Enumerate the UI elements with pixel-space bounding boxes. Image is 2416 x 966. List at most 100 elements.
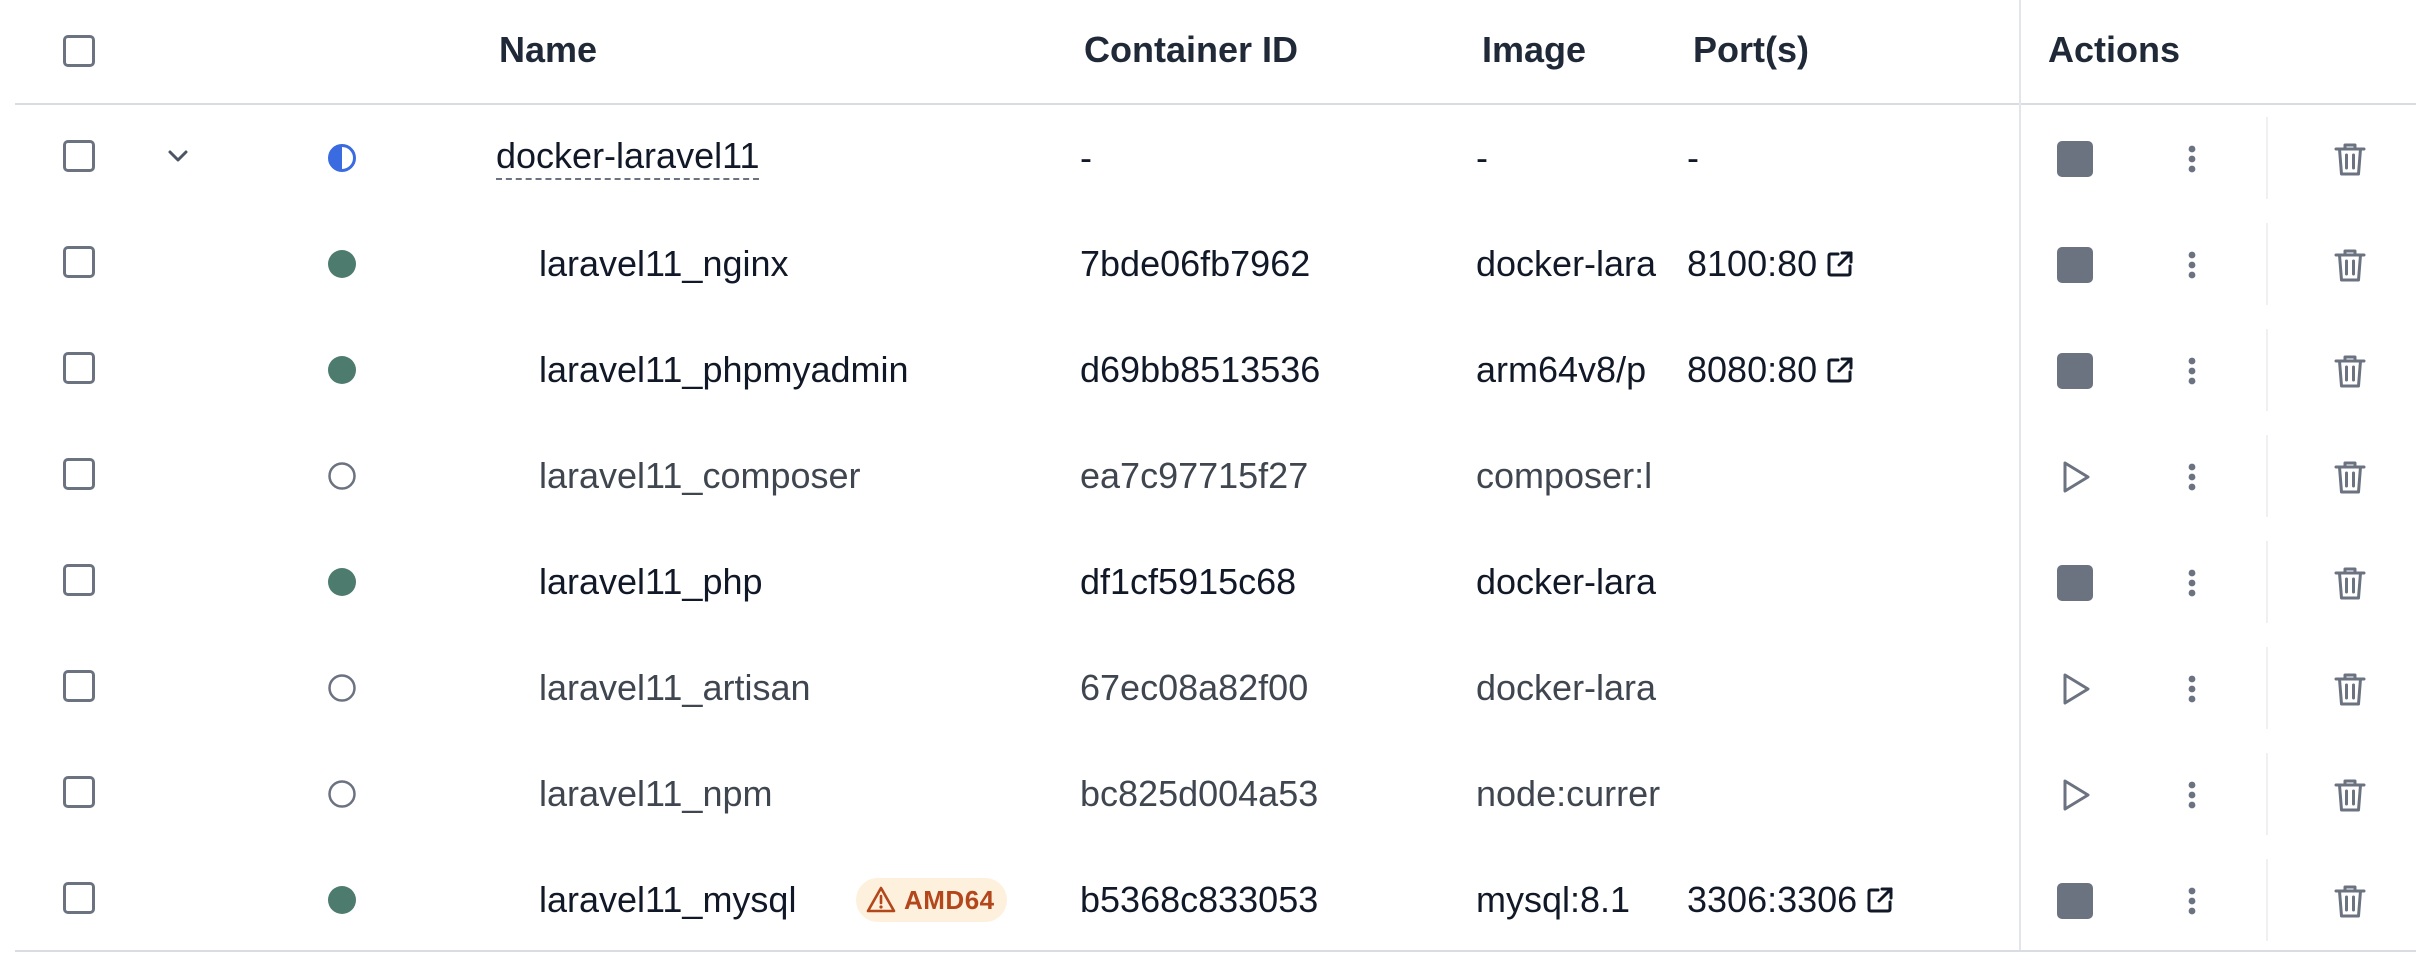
row-checkbox[interactable] — [63, 246, 95, 278]
trash-icon[interactable] — [2331, 882, 2369, 920]
table-row-laravel11_artisan[interactable]: laravel11_artisan 67ec08a82f00 docker-la… — [15, 635, 2416, 741]
column-header-image[interactable]: Image — [1482, 28, 1586, 72]
container-image[interactable]: mysql:8.1 — [1476, 878, 1682, 922]
play-icon — [2063, 461, 2090, 493]
container-image[interactable]: docker-lara — [1476, 242, 1682, 286]
more-vertical-icon[interactable] — [2173, 564, 2211, 602]
action-divider — [2266, 541, 2268, 623]
container-ports: 8100:80 — [1687, 242, 1857, 286]
table-row-group[interactable]: docker-laravel11 - - - — [15, 105, 2416, 211]
column-header-ports[interactable]: Port(s) — [1693, 28, 1809, 72]
column-header-container-id[interactable]: Container ID — [1084, 28, 1298, 72]
row-checkbox[interactable] — [63, 564, 95, 596]
status-stopped-icon — [328, 674, 356, 702]
trash-icon[interactable] — [2331, 564, 2369, 602]
more-vertical-icon[interactable] — [2173, 246, 2211, 284]
stop-button[interactable] — [2056, 882, 2094, 920]
start-button[interactable] — [2056, 670, 2094, 708]
trash-icon[interactable] — [2331, 246, 2369, 284]
stop-icon — [2057, 883, 2093, 919]
action-divider — [2266, 753, 2268, 835]
container-id: b5368c833053 — [1080, 879, 1319, 920]
status-stopped-icon — [328, 780, 356, 808]
more-vertical-icon[interactable] — [2173, 882, 2211, 920]
stop-button[interactable] — [2056, 352, 2094, 390]
trash-icon[interactable] — [2331, 776, 2369, 814]
stop-icon — [2057, 247, 2093, 283]
container-image[interactable]: node:currer — [1476, 772, 1682, 816]
stop-button[interactable] — [2056, 564, 2094, 602]
container-image[interactable]: arm64v8/p — [1476, 348, 1682, 392]
trash-icon[interactable] — [2331, 140, 2369, 178]
external-link-icon[interactable] — [1823, 353, 1857, 387]
container-name[interactable]: laravel11_phpmyadmin — [539, 348, 909, 392]
container-name[interactable]: laravel11_composer — [539, 454, 861, 498]
trash-icon[interactable] — [2331, 352, 2369, 390]
more-vertical-icon[interactable] — [2173, 670, 2211, 708]
architecture-badge: AMD64 — [856, 878, 1007, 922]
action-divider — [2266, 647, 2268, 729]
trash-icon[interactable] — [2331, 458, 2369, 496]
action-divider — [2266, 223, 2268, 305]
table-row-laravel11_phpmyadmin[interactable]: laravel11_phpmyadmin d69bb8513536 arm64v… — [15, 317, 2416, 423]
port-mapping[interactable]: 8080:80 — [1687, 348, 1817, 392]
status-running-icon — [328, 886, 356, 914]
more-vertical-icon[interactable] — [2173, 352, 2211, 390]
container-image[interactable]: docker-lara — [1476, 666, 1682, 710]
external-link-icon[interactable] — [1823, 247, 1857, 281]
row-checkbox[interactable] — [63, 458, 95, 490]
action-divider — [2266, 329, 2268, 411]
column-header-name[interactable]: Name — [499, 28, 597, 72]
select-all-checkbox[interactable] — [63, 35, 95, 67]
stop-button[interactable] — [2056, 246, 2094, 284]
badge-label: AMD64 — [904, 884, 995, 915]
group-ports: - — [1687, 137, 1699, 178]
more-vertical-icon[interactable] — [2173, 776, 2211, 814]
row-checkbox[interactable] — [63, 776, 95, 808]
table-row-laravel11_nginx[interactable]: laravel11_nginx 7bde06fb7962 docker-lara… — [15, 211, 2416, 317]
more-vertical-icon[interactable] — [2173, 458, 2211, 496]
start-button[interactable] — [2056, 458, 2094, 496]
container-id: df1cf5915c68 — [1080, 561, 1297, 602]
warning-icon — [866, 886, 896, 913]
action-divider — [2266, 117, 2268, 199]
table-row-laravel11_npm[interactable]: laravel11_npm bc825d004a53 node:currer — [15, 741, 2416, 847]
column-header-actions: Actions — [2048, 29, 2181, 70]
container-name[interactable]: laravel11_nginx — [539, 242, 789, 286]
group-name[interactable]: docker-laravel11 — [496, 136, 760, 180]
table-row-laravel11_php[interactable]: laravel11_php df1cf5915c68 docker-lara — [15, 529, 2416, 635]
row-checkbox[interactable] — [63, 882, 95, 914]
row-checkbox[interactable] — [63, 352, 95, 384]
trash-icon[interactable] — [2331, 670, 2369, 708]
port-mapping[interactable]: 3306:3306 — [1687, 878, 1857, 922]
play-icon — [2063, 779, 2090, 811]
container-image[interactable]: composer:l — [1476, 454, 1682, 498]
stop-button[interactable] — [2056, 140, 2094, 178]
containers-table: Name Container ID Image Port(s) Actions … — [15, 0, 2416, 952]
table-bottom-border — [15, 950, 2416, 952]
container-name[interactable]: laravel11_artisan — [539, 666, 811, 710]
container-name[interactable]: laravel11_npm — [539, 772, 772, 816]
more-vertical-icon[interactable] — [2173, 140, 2211, 178]
container-name[interactable]: laravel11_php — [539, 560, 763, 604]
status-stopped-icon — [328, 462, 356, 490]
container-id: bc825d004a53 — [1080, 773, 1319, 814]
port-mapping[interactable]: 8100:80 — [1687, 242, 1817, 286]
table-header: Name Container ID Image Port(s) Actions — [15, 0, 2416, 106]
container-id: ea7c97715f27 — [1080, 455, 1309, 496]
status-partial-icon — [328, 144, 356, 172]
group-container-id: - — [1080, 137, 1092, 178]
table-row-laravel11_mysql[interactable]: laravel11_mysql b5368c833053 mysql:8.1 3… — [15, 847, 2416, 953]
row-checkbox[interactable] — [63, 670, 95, 702]
status-running-icon — [328, 356, 356, 384]
play-icon — [2063, 673, 2090, 705]
status-running-icon — [328, 250, 356, 278]
table-row-laravel11_composer[interactable]: laravel11_composer ea7c97715f27 composer… — [15, 423, 2416, 529]
container-image[interactable]: docker-lara — [1476, 560, 1682, 604]
container-name[interactable]: laravel11_mysql — [539, 878, 796, 922]
row-checkbox[interactable] — [63, 140, 95, 172]
external-link-icon[interactable] — [1863, 883, 1897, 917]
stop-icon — [2057, 141, 2093, 177]
chevron-down-icon[interactable] — [162, 140, 194, 172]
start-button[interactable] — [2056, 776, 2094, 814]
